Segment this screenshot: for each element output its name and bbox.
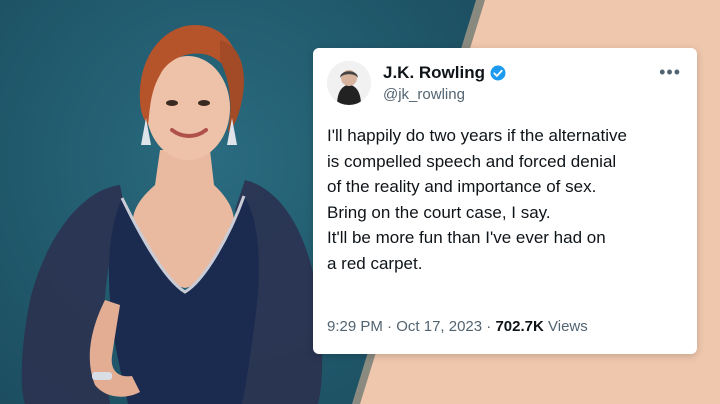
tweet-text-line: of the reality and importance of sex. [327, 177, 597, 196]
tweet-meta: 9:29 PM · Oct 17, 2023 · 702.7K Views [327, 318, 588, 335]
tweet-text-line: is compelled speech and forced denial [327, 151, 617, 171]
tweet-text-line: a red carpet. [327, 253, 423, 273]
tweet-card[interactable]: J.K. Rowling @jk_rowling ••• I'll happil… [313, 48, 697, 354]
tweet-date[interactable]: Oct 17, 2023 [396, 318, 482, 335]
meta-separator: · [387, 318, 397, 335]
author-handle[interactable]: @jk_rowling [383, 86, 465, 103]
author-avatar[interactable] [327, 61, 371, 105]
woman-photo [21, 25, 323, 404]
verified-badge-icon [490, 65, 506, 81]
more-horizontal-icon[interactable]: ••• [659, 62, 681, 83]
tweet-text: I'll happily do two years if the alterna… [327, 123, 687, 276]
avatar-portrait-icon [327, 61, 371, 105]
views-label: Views [548, 318, 588, 335]
tweet-text-line: I'll happily do two years if the alterna… [327, 126, 627, 145]
tweet-time[interactable]: 9:29 PM [327, 318, 383, 335]
author-name[interactable]: J.K. Rowling [383, 63, 485, 83]
tweet-text-line: Bring on the court case, I say. [327, 202, 551, 222]
tweet-text-line: It'll be more fun than I've ever had on [327, 228, 606, 247]
views-count: 702.7K [495, 318, 544, 335]
